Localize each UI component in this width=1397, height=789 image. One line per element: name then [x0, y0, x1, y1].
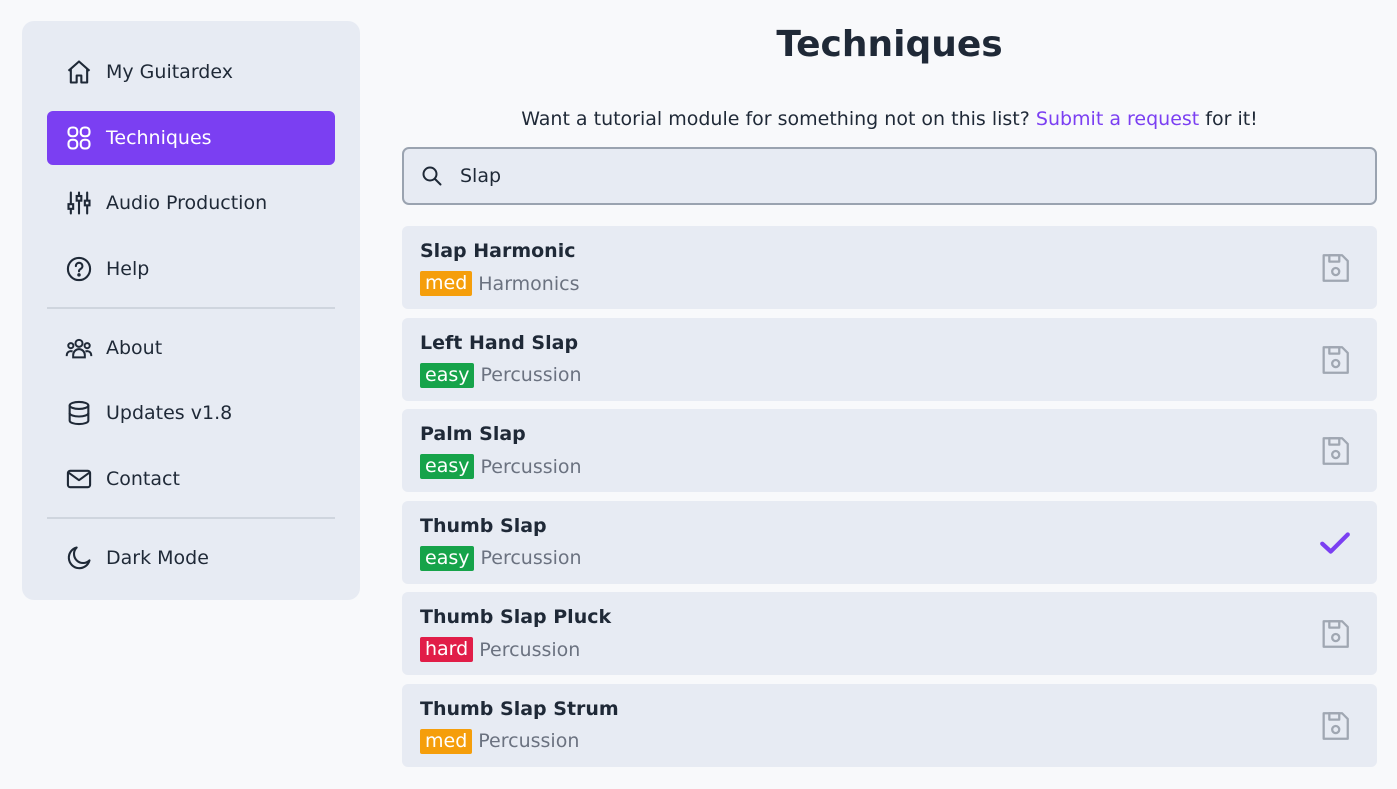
technique-meta: easy Percussion	[420, 454, 1377, 480]
sidebar-item-label: Contact	[106, 467, 180, 490]
sidebar-divider	[47, 517, 335, 519]
technique-row[interactable]: Thumb Slap easy Percussion	[402, 500, 1377, 584]
home-icon	[65, 58, 93, 86]
technique-category: Percussion	[480, 364, 582, 387]
technique-meta: easy Percussion	[420, 362, 1377, 388]
sidebar: My Guitardex Techniques Audio Production…	[22, 21, 360, 600]
technique-category: Percussion	[478, 730, 580, 753]
save-button[interactable]	[1318, 251, 1352, 285]
page-title: Techniques	[776, 24, 1003, 65]
save-button[interactable]	[1318, 434, 1352, 468]
floppy-disk-icon	[1322, 712, 1349, 740]
technique-name: Slap Harmonic	[420, 240, 576, 262]
checkmark-icon	[1320, 532, 1350, 554]
mail-icon	[65, 465, 93, 493]
technique-row[interactable]: Palm Slap easy Percussion	[402, 409, 1377, 493]
technique-name: Thumb Slap Pluck	[420, 606, 612, 629]
sidebar-item-about[interactable]: About	[47, 321, 335, 375]
technique-name: Thumb Slap	[420, 514, 547, 537]
request-prefix: Want a tutorial module for something not…	[521, 108, 1036, 130]
sidebar-item-audio-production[interactable]: Audio Production	[47, 176, 335, 230]
request-message: Want a tutorial module for something not…	[402, 108, 1377, 130]
technique-name: Left Hand Slap	[420, 331, 579, 354]
technique-meta: med Harmonics	[420, 271, 1377, 296]
difficulty-badge: hard	[420, 637, 474, 663]
submit-request-link[interactable]: Submit a request	[1036, 108, 1199, 130]
technique-category: Percussion	[480, 455, 582, 478]
sidebar-item-label: About	[106, 336, 163, 359]
technique-row[interactable]: Slap Harmonic med Harmonics	[402, 226, 1377, 309]
technique-category: Percussion	[479, 638, 581, 661]
save-button[interactable]	[1318, 709, 1352, 743]
difficulty-badge: med	[420, 271, 473, 296]
floppy-disk-icon	[1322, 345, 1349, 374]
sidebar-item-my-guitardex[interactable]: My Guitardex	[47, 45, 335, 99]
technique-row[interactable]: Thumb Slap Strum med Percussion	[402, 683, 1377, 767]
sidebar-item-label: My Guitardex	[106, 61, 233, 83]
save-button[interactable]	[1318, 343, 1352, 377]
sidebar-item-label: Help	[106, 257, 150, 280]
floppy-disk-icon	[1322, 620, 1349, 649]
users-icon	[65, 334, 93, 362]
sidebar-item-label: Updates v1.8	[106, 402, 233, 424]
search-box[interactable]	[402, 147, 1377, 205]
difficulty-badge: easy	[420, 454, 475, 480]
sliders-icon	[65, 189, 93, 217]
difficulty-badge: med	[420, 728, 473, 754]
sidebar-divider	[47, 307, 335, 309]
difficulty-badge: easy	[420, 362, 475, 388]
technique-row[interactable]: Thumb Slap Pluck hard Percussion	[402, 592, 1377, 676]
search-input[interactable]	[460, 156, 1320, 196]
techniques-list: Slap Harmonic med Harmonics Left Hand Sl…	[402, 226, 1377, 776]
technique-row[interactable]: Left Hand Slap easy Percussion	[402, 317, 1377, 401]
floppy-disk-icon	[1322, 254, 1349, 282]
grid-icon	[65, 124, 93, 152]
request-suffix: for it!	[1199, 108, 1258, 130]
sidebar-item-help[interactable]: Help	[47, 242, 335, 296]
saved-button[interactable]	[1318, 526, 1352, 560]
floppy-disk-icon	[1322, 437, 1349, 466]
technique-meta: easy Percussion	[420, 545, 1377, 571]
sidebar-item-dark-mode[interactable]: Dark Mode	[47, 531, 335, 585]
difficulty-badge: easy	[420, 545, 475, 571]
sidebar-item-updates[interactable]: Updates v1.8	[47, 386, 335, 440]
technique-meta: hard Percussion	[420, 637, 1377, 663]
search-icon	[420, 164, 444, 188]
technique-meta: med Percussion	[420, 728, 1377, 754]
technique-category: Percussion	[480, 547, 582, 570]
sidebar-item-techniques[interactable]: Techniques	[47, 110, 335, 165]
technique-category: Harmonics	[478, 272, 580, 295]
technique-name: Thumb Slap Strum	[420, 697, 619, 720]
moon-icon	[65, 544, 93, 572]
sidebar-item-label: Dark Mode	[106, 546, 209, 569]
sidebar-item-label: Techniques	[106, 126, 212, 149]
technique-name: Palm Slap	[420, 423, 526, 446]
database-icon	[65, 399, 93, 427]
sidebar-item-contact[interactable]: Contact	[47, 452, 335, 506]
sidebar-item-label: Audio Production	[106, 192, 268, 214]
help-circle-icon	[65, 255, 93, 283]
save-button[interactable]	[1318, 617, 1352, 651]
